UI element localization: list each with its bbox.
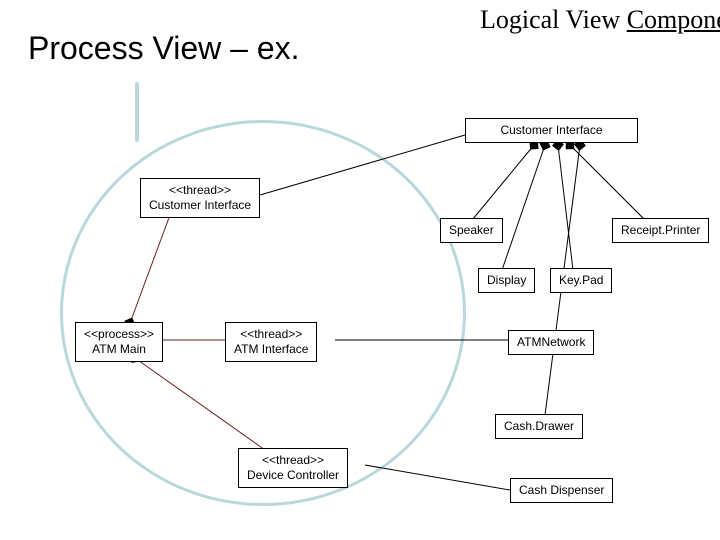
stereotype: <<thread>> (247, 453, 339, 468)
box-display: Display (478, 268, 535, 293)
label: ATMNetwork (517, 335, 585, 350)
label: Receipt.Printer (621, 223, 700, 238)
box-device-controller: <<thread>> Device Controller (238, 448, 348, 488)
label: Key.Pad (559, 273, 603, 288)
label: Customer Interface (474, 123, 629, 138)
label: ATM Interface (234, 342, 308, 357)
label: Device Controller (247, 468, 339, 483)
subtitle-line2: Components (627, 5, 720, 34)
label: ATM Main (84, 342, 154, 357)
box-cash-drawer: Cash.Drawer (495, 414, 583, 439)
box-receipt-printer: Receipt.Printer (612, 218, 709, 243)
stereotype: <<thread>> (234, 327, 308, 342)
diagram-canvas: { "titles": { "main": "Process View – ex… (0, 0, 720, 540)
label: Customer Interface (149, 198, 251, 213)
page-title: Process View – ex. (28, 30, 300, 67)
label: Speaker (449, 223, 494, 238)
circle-stub (135, 82, 139, 142)
box-atm-network: ATMNetwork (508, 330, 594, 355)
subtitle: Logical View Components (480, 6, 720, 35)
box-customer-interface-lv: Customer Interface (465, 118, 638, 143)
box-customer-interface-thread: <<thread>> Customer Interface (140, 178, 260, 218)
box-keypad: Key.Pad (550, 268, 612, 293)
box-atm-interface: <<thread>> ATM Interface (225, 322, 317, 362)
label: Display (487, 273, 526, 288)
box-cash-dispenser: Cash Dispenser (510, 478, 613, 503)
label: Cash.Drawer (504, 419, 574, 434)
label: Cash Dispenser (519, 483, 604, 498)
subtitle-line1: Logical View (480, 5, 620, 34)
box-atm-main: <<process>> ATM Main (75, 322, 163, 362)
stereotype: <<thread>> (149, 183, 251, 198)
box-speaker: Speaker (440, 218, 503, 243)
stereotype: <<process>> (84, 327, 154, 342)
